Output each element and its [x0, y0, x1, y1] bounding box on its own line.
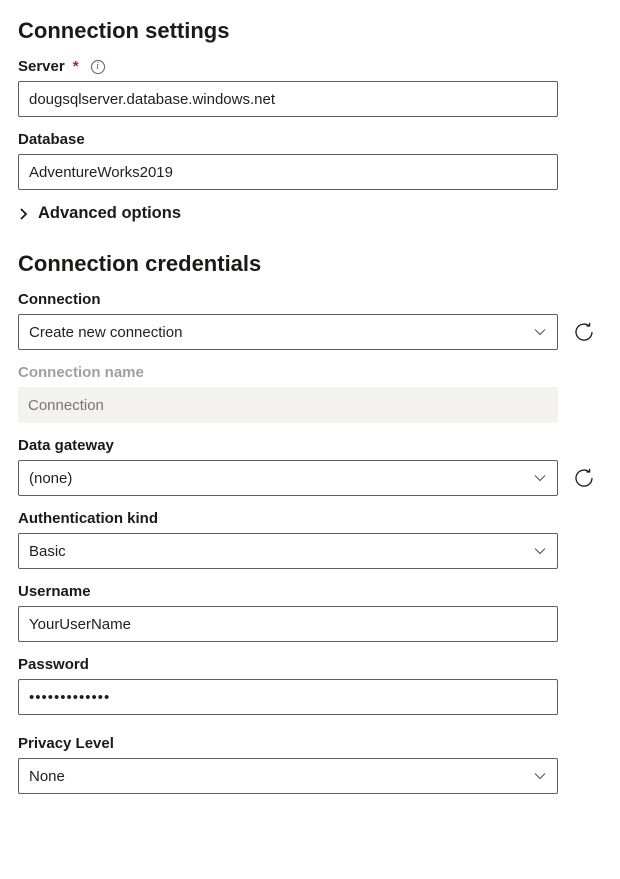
chevron-right-icon	[18, 208, 30, 220]
connection-name-label-text: Connection name	[18, 364, 144, 381]
chevron-down-icon	[533, 769, 547, 783]
database-input[interactable]	[18, 154, 558, 190]
server-input[interactable]	[18, 81, 558, 117]
chevron-down-icon	[533, 544, 547, 558]
privacy-level-label: Privacy Level	[18, 735, 558, 752]
connection-settings-title: Connection settings	[18, 18, 602, 44]
privacy-level-select-value: None	[29, 768, 65, 785]
chevron-down-icon	[533, 471, 547, 485]
auth-kind-select[interactable]: Basic	[18, 533, 558, 569]
auth-kind-label: Authentication kind	[18, 510, 558, 527]
connection-label: Connection	[18, 291, 602, 308]
password-label: Password	[18, 656, 558, 673]
data-gateway-select[interactable]: (none)	[18, 460, 558, 496]
data-gateway-label: Data gateway	[18, 437, 602, 454]
info-icon[interactable]: i	[91, 60, 105, 74]
connection-select-value: Create new connection	[29, 324, 182, 341]
connection-name-input	[18, 387, 558, 423]
gateway-refresh-button[interactable]	[572, 466, 596, 490]
password-label-text: Password	[18, 656, 89, 673]
connection-select[interactable]: Create new connection	[18, 314, 558, 350]
auth-kind-select-value: Basic	[29, 543, 66, 560]
password-input[interactable]	[18, 679, 558, 715]
username-label-text: Username	[18, 583, 91, 600]
server-label: Server * i	[18, 58, 558, 75]
chevron-down-icon	[533, 325, 547, 339]
database-label-text: Database	[18, 131, 85, 148]
connection-label-text: Connection	[18, 291, 101, 308]
connection-name-label: Connection name	[18, 364, 558, 381]
database-label: Database	[18, 131, 558, 148]
data-gateway-select-value: (none)	[29, 470, 72, 487]
required-star: *	[73, 58, 79, 75]
connection-refresh-button[interactable]	[572, 320, 596, 344]
advanced-options-toggle[interactable]: Advanced options	[18, 204, 602, 223]
privacy-level-label-text: Privacy Level	[18, 735, 114, 752]
username-label: Username	[18, 583, 558, 600]
privacy-level-select[interactable]: None	[18, 758, 558, 794]
auth-kind-label-text: Authentication kind	[18, 510, 158, 527]
advanced-options-label: Advanced options	[38, 204, 181, 223]
server-label-text: Server	[18, 58, 65, 75]
username-input[interactable]	[18, 606, 558, 642]
data-gateway-label-text: Data gateway	[18, 437, 114, 454]
connection-credentials-title: Connection credentials	[18, 251, 602, 277]
